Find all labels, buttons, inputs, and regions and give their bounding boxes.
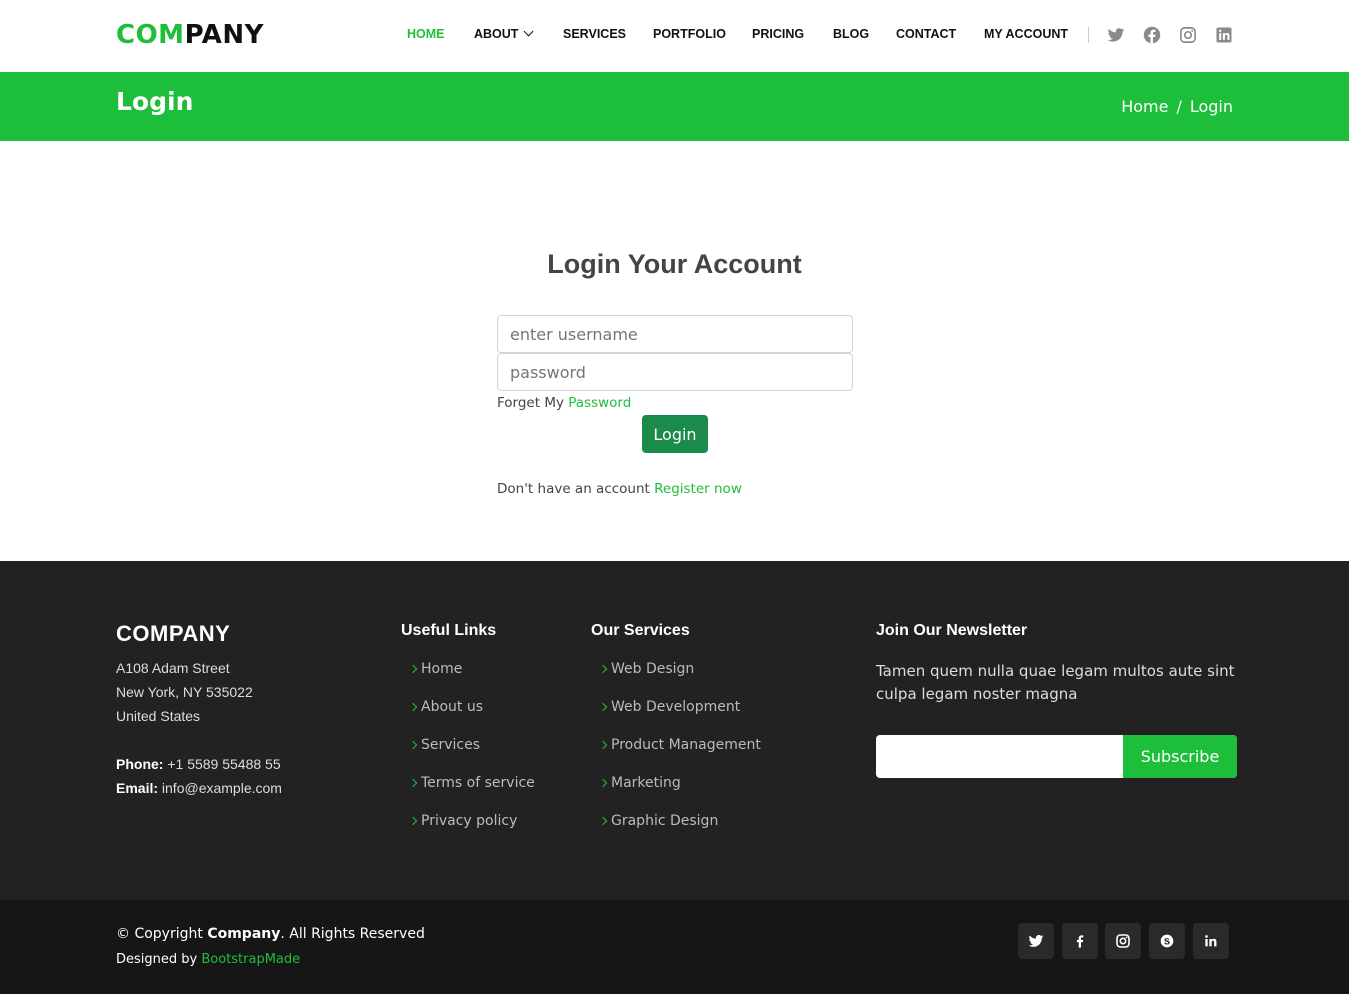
address-line: A108 Adam Street xyxy=(116,660,230,676)
nav-portfolio[interactable]: PORTFOLIO xyxy=(653,27,726,41)
footer-service-graphic-design[interactable]: Graphic Design xyxy=(598,813,718,829)
nav-about[interactable]: ABOUT xyxy=(474,26,534,41)
chevron-right-icon xyxy=(408,702,418,712)
chevron-right-icon xyxy=(408,740,418,750)
footer-service-product-management[interactable]: Product Management xyxy=(598,737,761,753)
chevron-right-icon xyxy=(598,816,608,826)
nav-services[interactable]: SERVICES xyxy=(563,27,626,41)
chevron-right-icon xyxy=(408,664,418,674)
footer-bottom: © Copyright Company. All Rights Reserved… xyxy=(0,900,1349,994)
chevron-right-icon xyxy=(598,778,608,788)
footer: COMPANY A108 Adam Street New York, NY 53… xyxy=(0,561,1349,900)
address-line: New York, NY 535022 xyxy=(116,684,253,700)
skype-icon[interactable] xyxy=(1149,923,1185,959)
breadcrumb-current: Login xyxy=(1189,97,1233,116)
bootstrapmade-link[interactable]: BootstrapMade xyxy=(201,952,300,967)
newsletter-heading: Join Our Newsletter xyxy=(876,622,1028,639)
chevron-right-icon xyxy=(408,816,418,826)
footer-link-privacy[interactable]: Privacy policy xyxy=(408,813,517,829)
nav-divider xyxy=(1088,27,1089,43)
footer-link-services[interactable]: Services xyxy=(408,737,480,753)
logo[interactable]: COMPANY xyxy=(116,20,264,50)
twitter-icon[interactable] xyxy=(1018,923,1054,959)
forget-password-link[interactable]: Password xyxy=(568,395,631,411)
page-title: Login xyxy=(116,87,194,116)
designed-by: Designed by BootstrapMade xyxy=(116,952,301,967)
breadcrumb-home-link[interactable]: Home xyxy=(1121,97,1168,116)
linkedin-icon[interactable] xyxy=(1215,26,1233,44)
twitter-icon[interactable] xyxy=(1107,26,1125,44)
register-link[interactable]: Register now xyxy=(654,481,742,497)
footer-company: COMPANY xyxy=(116,621,231,646)
footer-link-terms[interactable]: Terms of service xyxy=(408,775,535,791)
footer-service-web-design[interactable]: Web Design xyxy=(598,661,694,677)
services-heading: Our Services xyxy=(591,622,690,639)
useful-links-heading: Useful Links xyxy=(401,622,497,639)
chevron-right-icon xyxy=(598,664,608,674)
breadcrumb-separator: / xyxy=(1176,97,1182,116)
footer-link-home[interactable]: Home xyxy=(408,661,462,677)
chevron-right-icon xyxy=(598,702,608,712)
address-line: United States xyxy=(116,708,201,724)
register-prompt: Don't have an account Register now xyxy=(497,481,742,497)
newsletter-email-input[interactable] xyxy=(876,735,1123,778)
nav-my-account[interactable]: MY ACCOUNT xyxy=(984,27,1068,41)
instagram-icon[interactable] xyxy=(1179,26,1197,44)
login-heading: Login Your Account xyxy=(547,249,802,279)
copyright: © Copyright Company. All Rights Reserved xyxy=(116,926,425,942)
newsletter-text: Tamen quem nulla quae legam multos aute … xyxy=(876,662,1235,703)
footer-link-about[interactable]: About us xyxy=(408,699,483,715)
facebook-icon[interactable] xyxy=(1062,923,1098,959)
chevron-right-icon xyxy=(598,740,608,750)
footer-phone: Phone: +1 5589 55488 55 xyxy=(116,756,281,772)
password-input[interactable] xyxy=(497,353,853,391)
footer-service-marketing[interactable]: Marketing xyxy=(598,775,681,791)
nav-contact[interactable]: CONTACT xyxy=(896,27,956,41)
page-title-bar: Login Home / Login xyxy=(0,72,1349,141)
instagram-icon[interactable] xyxy=(1105,923,1141,959)
forget-password: Forget My Password xyxy=(497,395,632,411)
chevron-down-icon xyxy=(524,26,534,37)
facebook-icon[interactable] xyxy=(1143,26,1161,44)
subscribe-button[interactable]: Subscribe xyxy=(1123,735,1237,778)
chevron-right-icon xyxy=(408,778,418,788)
login-button[interactable]: Login xyxy=(642,415,708,453)
newsletter-form: Subscribe xyxy=(876,735,1237,778)
linkedin-icon[interactable] xyxy=(1193,923,1229,959)
breadcrumb: Home / Login xyxy=(1121,97,1233,116)
nav-blog[interactable]: BLOG xyxy=(833,27,869,41)
footer-email: Email: info@example.com xyxy=(116,780,282,796)
footer-service-web-development[interactable]: Web Development xyxy=(598,699,740,715)
username-input[interactable] xyxy=(497,315,853,353)
nav-home[interactable]: HOME xyxy=(407,27,445,41)
nav-pricing[interactable]: PRICING xyxy=(752,27,804,41)
site-header: COMPANY HOME ABOUT SERVICES PORTFOLIO PR… xyxy=(0,0,1349,72)
